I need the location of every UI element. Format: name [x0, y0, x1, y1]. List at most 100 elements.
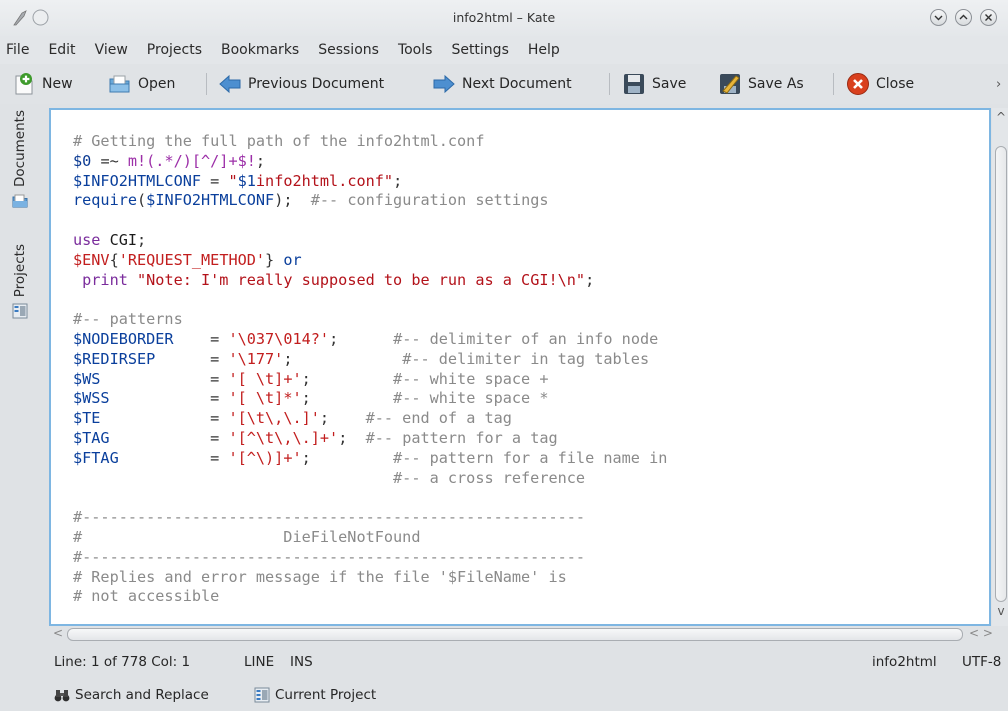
sidebar-tab-projects[interactable]: Projects	[8, 244, 32, 323]
menu-edit[interactable]: Edit	[41, 42, 82, 58]
code-token: CGI	[109, 230, 138, 249]
sidebar-tab-projects-label: Projects	[12, 244, 28, 298]
horizontal-scrollbar[interactable]: < < >	[49, 626, 1008, 643]
code-token: =	[118, 448, 229, 467]
menu-sessions[interactable]: Sessions	[311, 42, 386, 58]
code-line: $REDIRSEP = '\177'; #-- delimiter in tag…	[73, 350, 667, 370]
encoding[interactable]: UTF-8	[962, 654, 1001, 670]
code-line: # DieFileNotFound	[73, 528, 667, 548]
code-line: require($INFO2HTMLCONF); #-- configurati…	[73, 191, 667, 211]
scroll-left-icon[interactable]: <	[53, 626, 63, 640]
new-label: New	[42, 76, 73, 92]
vertical-scroll-thumb[interactable]	[995, 146, 1007, 602]
code-token: =	[155, 349, 229, 368]
code-token: '[\t\,\.]'	[228, 409, 320, 428]
save-as-button[interactable]: Save As	[718, 70, 804, 98]
code-line: use CGI;	[73, 231, 667, 251]
toolbar-overflow-button[interactable]: ›	[996, 70, 1001, 98]
code-token: require	[73, 191, 138, 210]
code-token: $ENV	[73, 250, 110, 269]
code-token: #---------------------------------------…	[73, 508, 586, 527]
code-token: use	[73, 230, 110, 249]
selection-mode[interactable]: LINE	[244, 654, 274, 670]
code-token: '[^\t\,\.]+'	[228, 428, 339, 447]
menu-settings[interactable]: Settings	[444, 42, 515, 58]
menu-file[interactable]: File	[0, 42, 36, 58]
code-token: '[ \t]*'	[228, 389, 302, 408]
code-line: #---------------------------------------…	[73, 548, 667, 568]
search-and-replace-tab[interactable]: Search and Replace	[54, 684, 209, 706]
code-token: $WS	[73, 369, 101, 388]
window-title: info2html – Kate	[452, 10, 556, 25]
minimize-button[interactable]	[930, 9, 947, 26]
scroll-down-icon[interactable]: v	[994, 604, 1008, 618]
toolbar-separator	[833, 73, 834, 95]
code-token: $FTAG	[73, 448, 119, 467]
close-icon	[985, 14, 992, 21]
code-token: ;	[255, 151, 266, 170]
horizontal-scroll-thumb[interactable]	[67, 628, 963, 641]
menu-help[interactable]: Help	[521, 42, 567, 58]
new-button[interactable]: New	[12, 70, 73, 98]
code-token: '\037\014?'	[228, 329, 330, 348]
menu-bookmarks[interactable]: Bookmarks	[214, 42, 306, 58]
code-token: "	[228, 171, 238, 190]
code-token: # Replies and error message if the file …	[73, 567, 567, 586]
code-editor[interactable]: # Getting the full path of the info2html…	[49, 108, 991, 626]
next-document-button[interactable]: Next Document	[432, 70, 572, 98]
code-token: $REDIRSEP	[73, 349, 156, 368]
code-token: =	[109, 389, 229, 408]
maximize-button[interactable]	[955, 9, 972, 26]
chevron-up-icon	[959, 14, 968, 20]
code-token: ;	[585, 270, 595, 289]
code-line: $WS = '[ \t]+'; #-- white space +	[73, 370, 667, 390]
sidebar-tab-documents[interactable]: Documents	[8, 110, 32, 213]
code-line: print "Note: I'm really supposed to be r…	[73, 271, 667, 291]
code-token: }	[265, 250, 284, 269]
previous-document-button[interactable]: Previous Document	[218, 70, 384, 98]
close-circle-icon	[846, 72, 870, 96]
binoculars-icon	[54, 687, 70, 703]
save-button[interactable]: Save	[622, 70, 686, 98]
open-button[interactable]: Open	[108, 70, 175, 98]
code-token: ;	[338, 428, 366, 447]
save-as-icon	[718, 72, 742, 96]
current-project-tab[interactable]: Current Project	[254, 684, 376, 706]
code-line: # not accessible	[73, 587, 667, 607]
cursor-position[interactable]: Line: 1 of 778 Col: 1	[54, 654, 190, 670]
code-token: =	[173, 329, 229, 348]
chevron-down-icon	[934, 15, 943, 21]
file-type[interactable]: info2html	[872, 654, 937, 670]
code-token: ;	[301, 389, 394, 408]
documents-icon	[12, 193, 28, 213]
close-button[interactable]: Close	[846, 70, 914, 98]
next-document-label: Next Document	[462, 76, 572, 92]
menu-tools[interactable]: Tools	[391, 42, 440, 58]
scroll-up-icon[interactable]: ^	[994, 110, 1008, 124]
search-and-replace-label: Search and Replace	[75, 687, 209, 703]
code-token: $1	[237, 171, 256, 190]
code-token: #-- pattern for a file name in	[393, 448, 668, 467]
code-token: '[^\)]+'	[228, 448, 302, 467]
menu-projects[interactable]: Projects	[140, 42, 209, 58]
code-line: # Getting the full path of the info2html…	[73, 132, 667, 152]
chevron-right-icon: ›	[996, 76, 1002, 92]
menu-view[interactable]: View	[88, 42, 135, 58]
code-token: ;	[137, 230, 147, 249]
floppy-disk-icon	[622, 72, 646, 96]
code-token: info2html.conf	[255, 171, 384, 190]
code-token: =	[109, 428, 229, 447]
close-window-button[interactable]	[980, 9, 997, 26]
insert-mode[interactable]: INS	[290, 654, 313, 670]
code-token: $INFO2HTMLCONF	[146, 191, 275, 210]
code-line: $WSS = '[ \t]*'; #-- white space *	[73, 389, 667, 409]
left-toolview-bar: Documents Projects	[0, 108, 40, 618]
scroll-right-icon[interactable]: < >	[969, 626, 993, 640]
code-token: '\177'	[228, 349, 284, 368]
toolbar-separator	[206, 73, 207, 95]
open-folder-icon	[108, 72, 132, 96]
vertical-scrollbar[interactable]: ^ v	[992, 108, 1008, 626]
